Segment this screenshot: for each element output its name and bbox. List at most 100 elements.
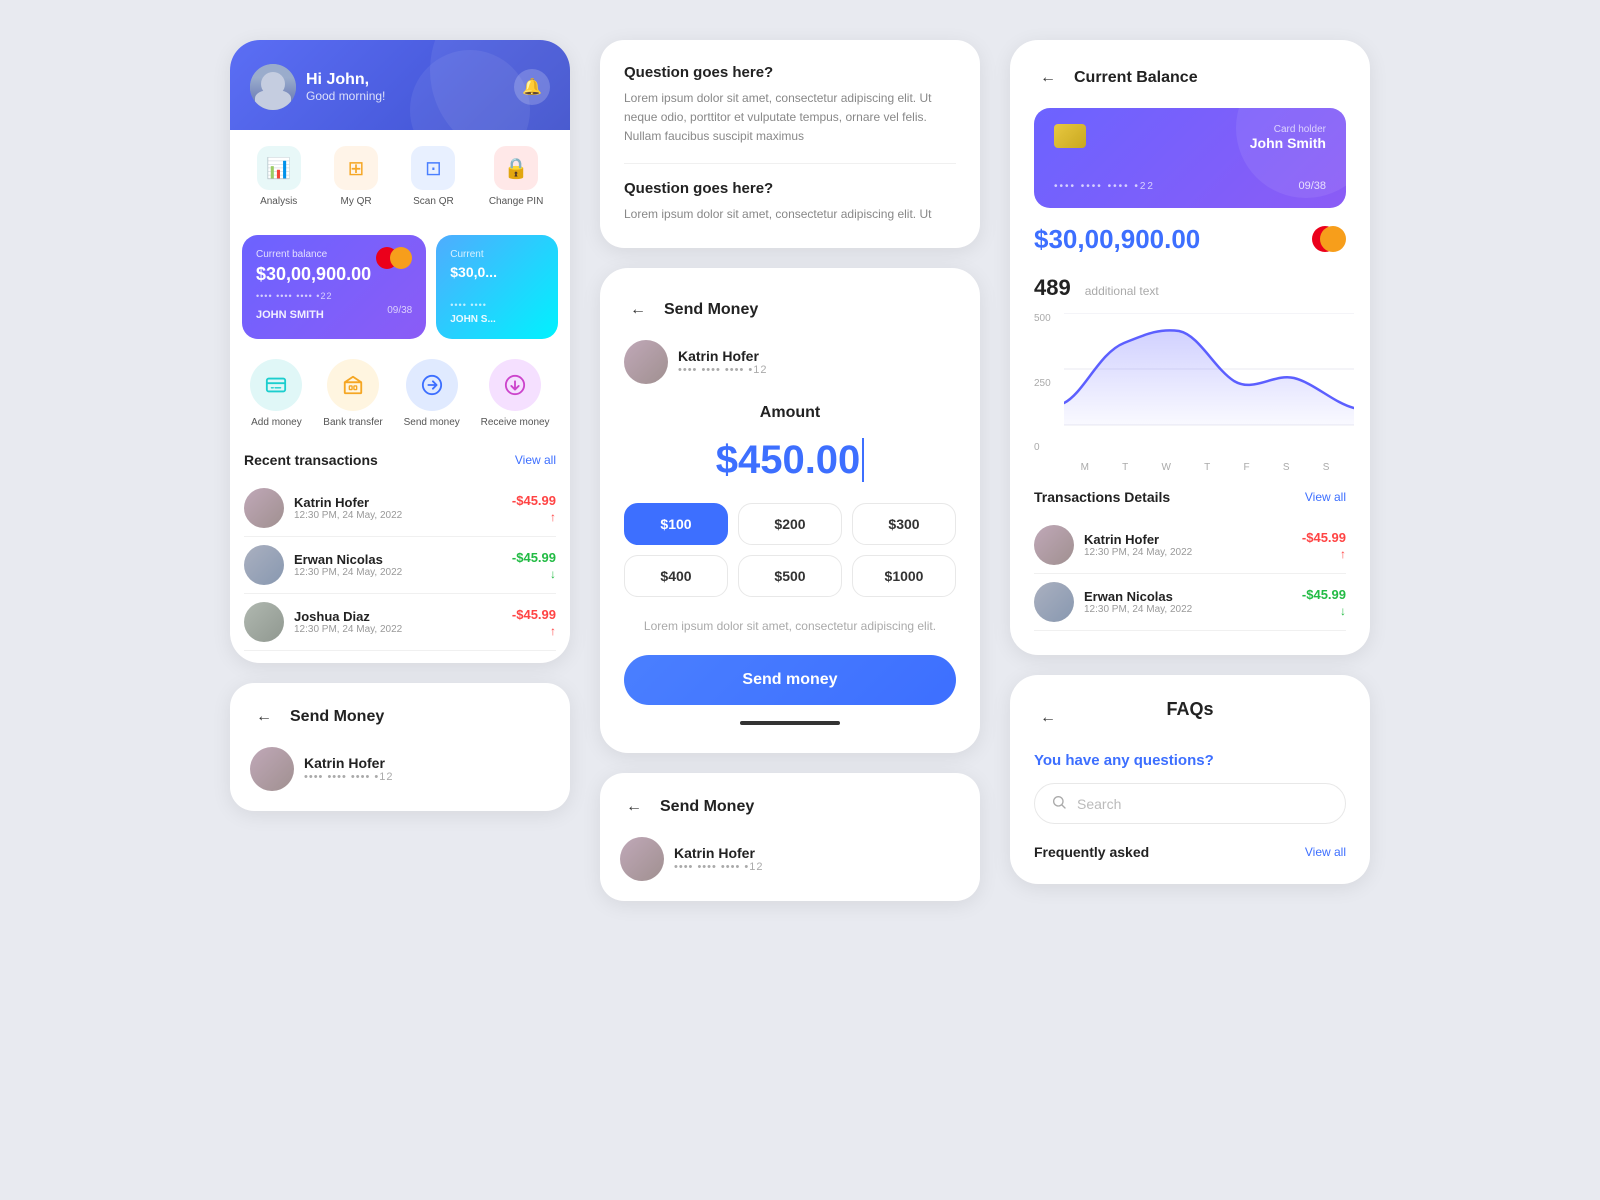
preset-100[interactable]: $100 [624, 503, 728, 545]
faq-answer-2: Lorem ipsum dolor sit amet, consectetur … [624, 205, 956, 224]
faqs-bottom-card: ← FAQs You have any questions? Search Fr… [1010, 675, 1370, 884]
send-money-large-back[interactable]: ← [624, 296, 652, 324]
current-balance-back[interactable]: ← [1034, 64, 1062, 92]
txn-arrow-1: ↑ [512, 510, 556, 524]
qa-scanqr[interactable]: ⊡ Scan QR [411, 146, 455, 207]
send-money-small-card: ← Send Money Katrin Hofer •••• •••• ••••… [230, 683, 570, 811]
recipient-avatar-large [624, 340, 668, 384]
svc-add-money-label: Add money [251, 417, 302, 428]
balance-card-number: •••• •••• •••• •22 [256, 291, 412, 301]
txn-details-view-all[interactable]: View all [1305, 490, 1346, 504]
recipient-name-bottom: Katrin Hofer [674, 845, 763, 861]
balance-card-primary[interactable]: Current balance $30,00,900.00 •••• •••• … [242, 235, 426, 339]
preset-500[interactable]: $500 [738, 555, 842, 597]
faqs-view-all[interactable]: View all [1305, 845, 1346, 859]
quick-actions-row: 📊 Analysis ⊞ My QR ⊡ Scan QR 🔒 Change PI… [230, 130, 570, 223]
qa-changepin[interactable]: 🔒 Change PIN [489, 146, 543, 207]
svc-bank-transfer-label: Bank transfer [323, 417, 382, 428]
recent-txn-title: Recent transactions [244, 452, 378, 468]
main-balance-amount: $30,00,900.00 [1034, 224, 1200, 255]
txn-amount-1: -$45.99 [512, 493, 556, 508]
preset-300[interactable]: $300 [852, 503, 956, 545]
balance-card-number2: •••• •••• [450, 300, 544, 310]
preset-200[interactable]: $200 [738, 503, 842, 545]
services-row: Add money Bank transfer Send money Recei… [230, 351, 570, 440]
card-holder-name: John Smith [1250, 135, 1326, 151]
balance-card-secondary[interactable]: Current $30,0... •••• •••• JOHN S... [436, 235, 558, 339]
user-greeting-name: Hi John, [306, 71, 385, 89]
search-icon [1051, 794, 1067, 813]
detail-txn-item-2: Erwan Nicolas 12:30 PM, 24 May, 2022 -$4… [1034, 574, 1346, 631]
svc-bank-transfer[interactable]: Bank transfer [323, 359, 382, 428]
detail-txn-arrow-2: ↓ [1302, 604, 1346, 618]
add-money-icon [250, 359, 302, 411]
send-money-bottom-title: Send Money [660, 798, 754, 816]
svc-send-money[interactable]: Send money [404, 359, 460, 428]
chart-x-t2: T [1204, 462, 1210, 473]
txn-name-2: Erwan Nicolas [294, 552, 502, 567]
amount-cursor [862, 438, 864, 482]
current-balance-title: Current Balance [1074, 69, 1198, 87]
chart-peak-value: 489 [1034, 275, 1071, 301]
card-holder-label: Card holder [1250, 124, 1326, 135]
chart-y-250: 250 [1034, 378, 1051, 389]
app-header: Hi John, Good morning! 🔔 [230, 40, 570, 130]
txn-date-1: 12:30 PM, 24 May, 2022 [294, 510, 502, 521]
user-greeting-sub: Good morning! [306, 89, 385, 103]
svc-send-money-label: Send money [404, 417, 460, 428]
txn-details-section: Transactions Details View all Katrin Hof… [1034, 489, 1346, 631]
search-box[interactable]: Search [1034, 783, 1346, 824]
chart-y-500: 500 [1034, 313, 1051, 324]
detail-txn-name-2: Erwan Nicolas [1084, 589, 1292, 604]
detail-txn-amount-1: -$45.99 [1302, 530, 1346, 545]
recipient-avatar-bottom [620, 837, 664, 881]
qa-myqr-label: My QR [341, 196, 372, 207]
faq-answer-1: Lorem ipsum dolor sit amet, consectetur … [624, 89, 956, 147]
bank-transfer-icon [327, 359, 379, 411]
chart-x-s2: S [1323, 462, 1330, 473]
send-money-small-title: Send Money [290, 708, 384, 726]
recent-txn-view-all[interactable]: View all [515, 453, 556, 467]
balance-section: Current balance $30,00,900.00 •••• •••• … [230, 223, 570, 351]
qa-changepin-label: Change PIN [489, 196, 543, 207]
send-money-small-back[interactable]: ← [250, 703, 278, 731]
balance-amount2: $30,0... [450, 264, 544, 280]
myqr-icon: ⊞ [334, 146, 378, 190]
amount-value: $450.00 [716, 438, 861, 483]
send-money-bottom-card: ← Send Money Katrin Hofer •••• •••• ••••… [600, 773, 980, 901]
recipient-card-bottom: •••• •••• •••• •12 [674, 861, 763, 873]
send-money-icon [406, 359, 458, 411]
svc-add-money[interactable]: Add money [250, 359, 302, 428]
send-money-large-card: ← Send Money Katrin Hofer •••• •••• ••••… [600, 268, 980, 753]
card-expiry-display: 09/38 [1298, 180, 1326, 192]
detail-txn-arrow-1: ↑ [1302, 547, 1346, 561]
chart-x-f: F [1244, 462, 1250, 473]
qa-analysis-label: Analysis [260, 196, 297, 207]
txn-amount-3: -$45.99 [512, 607, 556, 622]
recipient-card-large: •••• •••• •••• •12 [678, 364, 767, 376]
svc-receive-money[interactable]: Receive money [481, 359, 550, 428]
main-app-card: Hi John, Good morning! 🔔 📊 Analysis ⊞ My… [230, 40, 570, 663]
send-money-bottom-back[interactable]: ← [620, 793, 648, 821]
recipient-avatar-small [250, 747, 294, 791]
txn-item: Erwan Nicolas 12:30 PM, 24 May, 2022 -$4… [244, 537, 556, 594]
notification-button[interactable]: 🔔 [514, 69, 550, 105]
qa-analysis[interactable]: 📊 Analysis [257, 146, 301, 207]
balance-card-name: JOHN SMITH [256, 309, 324, 321]
chart-y-0: 0 [1034, 442, 1051, 453]
qa-myqr[interactable]: ⊞ My QR [334, 146, 378, 207]
send-money-button[interactable]: Send money [624, 655, 956, 705]
preset-400[interactable]: $400 [624, 555, 728, 597]
txn-date-2: 12:30 PM, 24 May, 2022 [294, 567, 502, 578]
faqs-back-btn[interactable]: ← [1034, 704, 1062, 732]
recent-transactions: Recent transactions View all Katrin Hofe… [230, 440, 570, 663]
txn-avatar-2 [244, 545, 284, 585]
txn-arrow-3: ↑ [512, 624, 556, 638]
faq-divider [624, 163, 956, 164]
balance-card-expiry: 09/38 [387, 305, 412, 321]
chart-area: 489 additional text 500 250 0 [1034, 275, 1346, 473]
mastercard-logo-main [1312, 226, 1346, 257]
mastercard-logo [376, 247, 412, 274]
amount-label: Amount [624, 404, 956, 422]
preset-1000[interactable]: $1000 [852, 555, 956, 597]
